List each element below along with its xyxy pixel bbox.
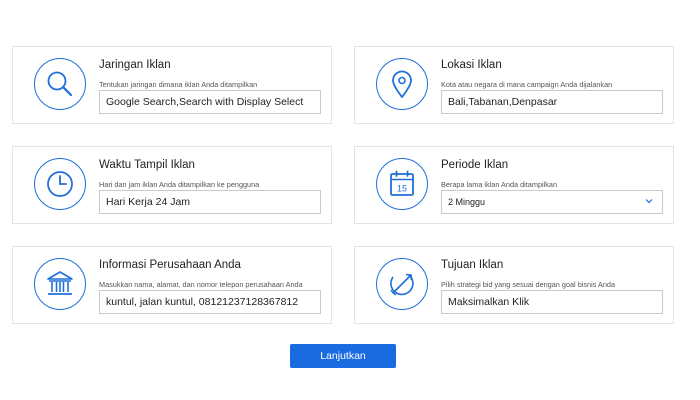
card-informasi-perusahaan: Informasi Perusahaan Anda Masukkan nama,…	[12, 246, 332, 324]
calendar-icon: 15	[376, 158, 428, 210]
location-pin-icon	[376, 58, 428, 110]
chevron-down-icon	[645, 199, 653, 204]
ad-network-input[interactable]: Google Search,Search with Display Select	[99, 90, 321, 114]
card-jaringan-iklan: Jaringan Iklan Tentukan jaringan dimana …	[12, 46, 332, 124]
card-lokasi-iklan: Lokasi Iklan Kota atau negara di mana ca…	[354, 46, 674, 124]
card-description: Pilih strategi bid yang sesuai dengan go…	[441, 280, 616, 289]
card-title: Lokasi Iklan	[441, 59, 502, 71]
card-tujuan-iklan: Tujuan Iklan Pilih strategi bid yang ses…	[354, 246, 674, 324]
continue-button[interactable]: Lanjutkan	[290, 344, 396, 368]
card-waktu-tampil-iklan: Waktu Tampil Iklan Hari dan jam iklan An…	[12, 146, 332, 224]
ad-period-selected-value: 2 Minggu	[448, 197, 486, 207]
clock-icon	[34, 158, 86, 210]
card-title: Periode Iklan	[441, 159, 509, 171]
ad-location-input[interactable]: Bali,Tabanan,Denpasar	[441, 90, 663, 114]
card-description: Tentukan jaringan dimana iklan Anda dita…	[99, 80, 258, 89]
card-description: Kota atau negara di mana campaign Anda d…	[441, 80, 613, 89]
calendar-day-label: 15	[397, 184, 407, 194]
card-description: Hari dan jam iklan Anda ditampilkan ke p…	[99, 180, 260, 189]
ad-schedule-input[interactable]: Hari Kerja 24 Jam	[99, 190, 321, 214]
card-title: Waktu Tampil Iklan	[99, 159, 195, 171]
bank-building-icon	[34, 258, 86, 310]
ad-period-select[interactable]: 2 Minggu	[441, 190, 663, 214]
card-title: Tujuan Iklan	[441, 259, 504, 271]
search-icon	[34, 58, 86, 110]
company-info-input[interactable]: kuntul, jalan kuntul, 08121237128367812	[99, 290, 321, 314]
card-title: Informasi Perusahaan Anda	[99, 259, 241, 271]
card-description: Masukkan nama, alamat, dan nomor telepon…	[99, 280, 303, 289]
card-title: Jaringan Iklan	[99, 59, 171, 71]
card-description: Berapa lama iklan Anda ditampilkan	[441, 180, 558, 189]
ad-goal-input[interactable]: Maksimalkan Klik	[441, 290, 663, 314]
target-arrow-icon	[376, 258, 428, 310]
card-periode-iklan: 15 Periode Iklan Berapa lama iklan Anda …	[354, 146, 674, 224]
